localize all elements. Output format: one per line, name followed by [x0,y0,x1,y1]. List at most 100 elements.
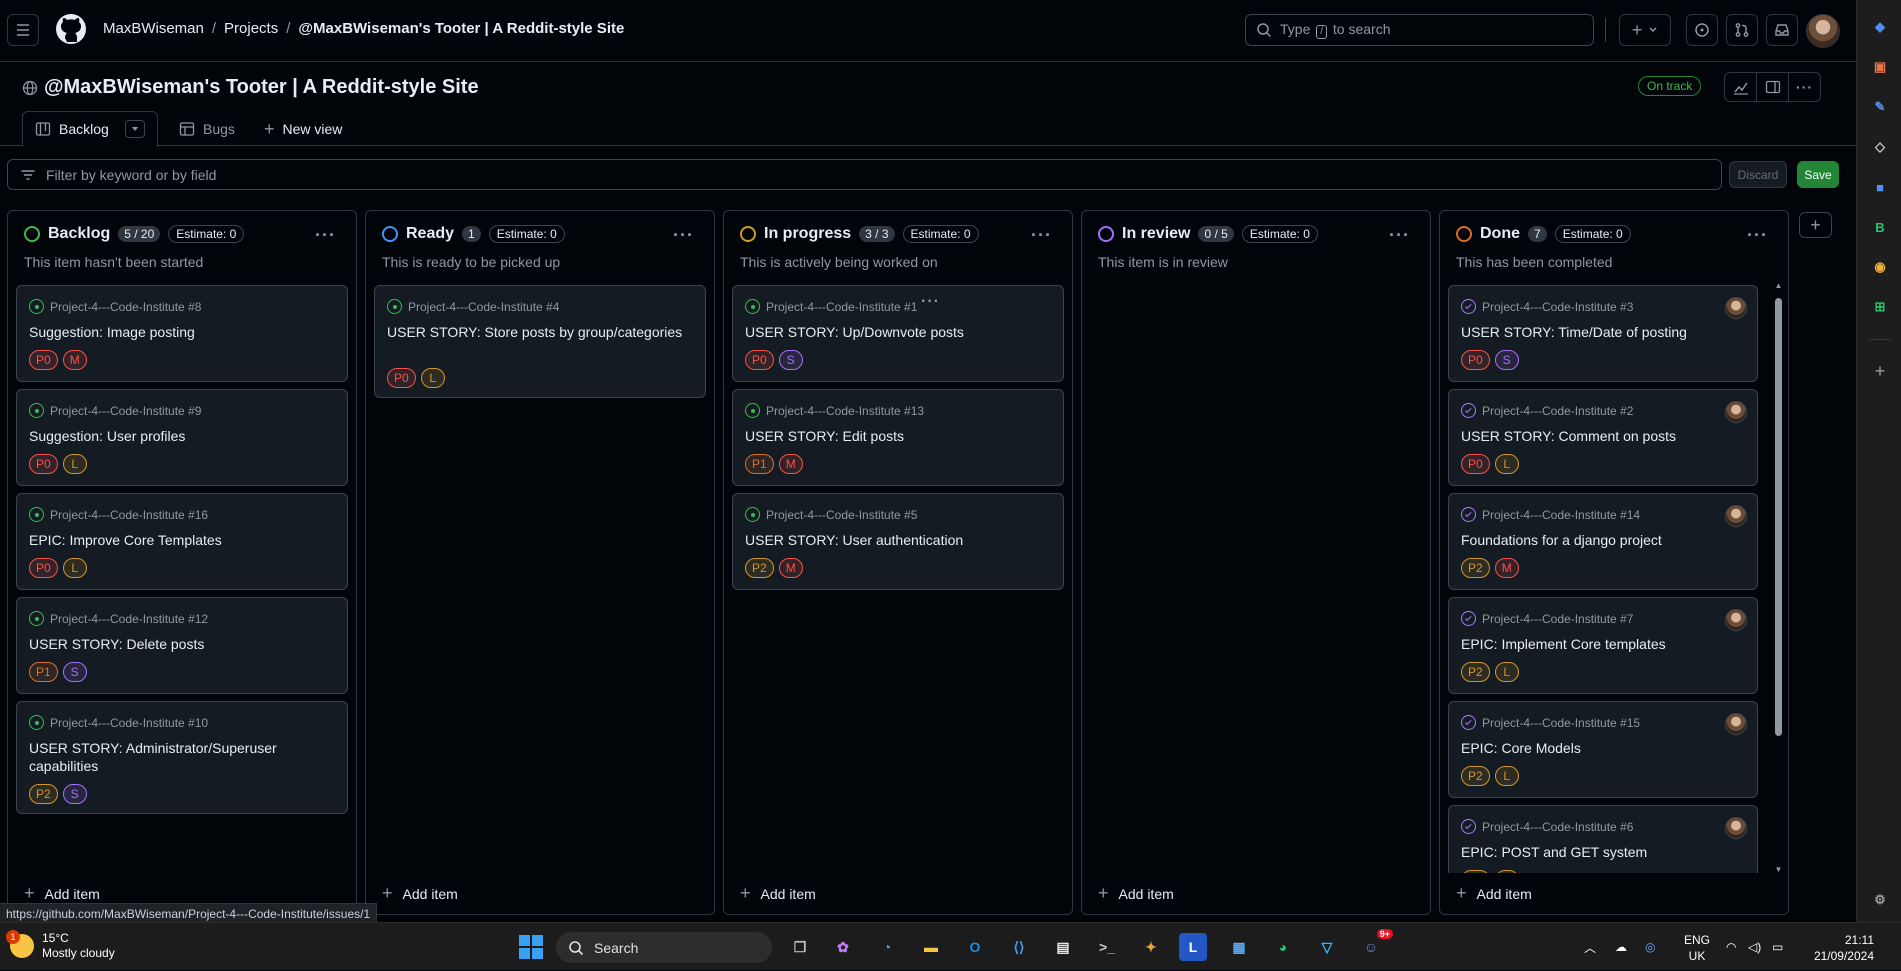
issue-card[interactable]: Project-4---Code-Institute #6 EPIC: POST … [1448,805,1758,873]
card-label[interactable]: S [1494,350,1519,370]
card-label[interactable]: L [420,368,445,388]
card-label[interactable]: P0 [29,558,58,578]
card-label[interactable]: L [62,454,87,474]
weather-widget[interactable]: 1 15°C Mostly cloudy [6,930,115,961]
card-label[interactable]: P2 [1461,766,1490,786]
card-repo-ref[interactable]: Project-4---Code-Institute #2 [1482,404,1633,418]
global-search-input[interactable]: Type / to search [1245,14,1594,46]
battery-icon[interactable]: ▭ [1772,923,1783,971]
card-repo-ref[interactable]: Project-4---Code-Institute #16 [50,508,208,522]
card-label[interactable]: P0 [1461,454,1490,474]
terminal-icon[interactable]: >_ [1091,931,1123,963]
medal-icon[interactable]: ✦ [1135,931,1167,963]
issue-card[interactable]: Project-4---Code-Institute #14 Foundation… [1448,493,1758,590]
card-label[interactable]: P2 [745,558,774,578]
card-label[interactable]: P0 [29,454,58,474]
breadcrumb-owner[interactable]: MaxBWiseman [103,20,204,37]
issue-card[interactable]: Project-4---Code-Institute #4 USER STORY:… [374,285,706,398]
diamond-icon[interactable]: ◇ [1870,137,1890,157]
card-title[interactable]: EPIC: Core Models [1461,739,1745,757]
card-repo-ref[interactable]: Project-4---Code-Institute #6 [1482,820,1633,834]
issue-card[interactable]: Project-4---Code-Institute #3 USER STORY:… [1448,285,1758,382]
add-item-button[interactable]: + Add item [24,883,100,904]
assignee-avatar[interactable] [1725,713,1747,735]
card-label[interactable]: P2 [1461,870,1490,873]
add-sidebar-app-icon[interactable]: + [1870,361,1890,381]
issue-card[interactable]: Project-4---Code-Institute #15 EPIC: Core… [1448,701,1758,798]
breadcrumb-project[interactable]: @MaxBWiseman's Tooter | A Reddit-style S… [298,20,624,37]
card-label[interactable]: P0 [745,350,774,370]
vite-icon[interactable]: ▽ [1311,931,1343,963]
card-title[interactable]: Suggestion: Image posting [29,323,335,341]
filter-input[interactable]: Filter by keyword or by field [7,159,1722,190]
card-title[interactable]: EPIC: POST and GET system [1461,843,1745,861]
card-label[interactable]: P0 [387,368,416,388]
card-title[interactable]: USER STORY: Delete posts [29,635,335,653]
column-menu-icon[interactable]: ··· [1389,225,1410,246]
card-label[interactable]: M [778,454,803,474]
new-view-button[interactable]: + New view [252,111,354,147]
issue-card[interactable]: Project-4---Code-Institute #7 EPIC: Imple… [1448,597,1758,694]
language-indicator[interactable]: ENG UK [1682,932,1712,964]
card-label[interactable]: P2 [1461,662,1490,682]
app-icon[interactable]: B [1870,217,1890,237]
assignee-avatar[interactable] [1725,401,1747,423]
card-label[interactable]: P1 [29,662,58,682]
card-label[interactable]: L [62,558,87,578]
file-explorer-icon[interactable]: ▬ [915,931,947,963]
column-menu-icon[interactable]: ··· [673,225,694,246]
view-options-button[interactable] [124,120,145,138]
scrollbar-thumb[interactable] [1775,298,1782,736]
card-label[interactable]: M [62,350,87,370]
start-button[interactable] [515,931,547,963]
card-title[interactable]: USER STORY: User authentication [745,531,1051,549]
status-icon[interactable]: ◎ [1645,923,1655,971]
tab-bugs[interactable]: Bugs [167,111,247,147]
copilot-icon[interactable]: ✿ [827,931,859,963]
card-label[interactable]: P1 [745,454,774,474]
done-column-scrollbar[interactable]: ▲ ▼ [1774,282,1783,874]
notes-icon[interactable]: ▦ [1223,931,1255,963]
vscode-icon[interactable]: ⟨⟩ [1003,931,1035,963]
card-title[interactable]: USER STORY: Edit posts [745,427,1051,445]
insights-button[interactable] [1724,72,1757,102]
onedrive-icon[interactable]: ☁ [1615,923,1627,971]
assignee-avatar[interactable] [1725,297,1747,319]
issues-button[interactable] [1686,14,1718,46]
games-icon[interactable]: ⊞ [1870,297,1890,317]
pull-requests-button[interactable] [1726,14,1758,46]
card-title[interactable]: USER STORY: Time/Date of posting [1461,323,1745,341]
add-item-button[interactable]: + Add item [740,883,816,904]
card-title[interactable]: USER STORY: Up/Downvote posts [745,323,1051,341]
card-repo-ref[interactable]: Project-4---Code-Institute #4 [408,300,559,314]
discord-icon[interactable]: ☺ 9+ [1355,929,1393,963]
card-label[interactable]: P0 [1461,350,1490,370]
volume-icon[interactable]: ◁) [1748,923,1761,971]
system-clock[interactable]: 21:11 21/09/2024 [1800,932,1874,964]
card-repo-ref[interactable]: Project-4---Code-Institute #14 [1482,508,1640,522]
issue-card[interactable]: Project-4---Code-Institute #13 USER STORY… [732,389,1064,486]
card-label[interactable]: L [1494,454,1519,474]
issue-card[interactable]: Project-4---Code-Institute #8 Suggestion:… [16,285,348,382]
github-logo-icon[interactable] [55,13,87,45]
card-label[interactable]: P0 [29,350,58,370]
card-repo-ref[interactable]: Project-4---Code-Institute #3 [1482,300,1633,314]
issue-card[interactable]: Project-4---Code-Institute #10 USER STORY… [16,701,348,814]
card-label[interactable]: P2 [29,784,58,804]
card-title[interactable]: EPIC: Improve Core Templates [29,531,335,549]
issue-card[interactable]: Project-4---Code-Institute #9 Suggestion:… [16,389,348,486]
menu-button[interactable] [7,14,39,46]
pen-icon[interactable]: ✎ [1870,97,1890,117]
issue-card[interactable]: Project-4---Code-Institute #16 EPIC: Impr… [16,493,348,590]
outlook-app-icon[interactable]: O [959,931,991,963]
outlook-icon[interactable]: ■ [1870,177,1890,197]
scroll-down-icon[interactable]: ▼ [1774,866,1783,874]
card-label[interactable]: L [1494,662,1519,682]
column-menu-icon[interactable]: ··· [1747,225,1768,246]
card-label[interactable]: S [62,784,87,804]
card-repo-ref[interactable]: Project-4---Code-Institute #12 [50,612,208,626]
card-title[interactable]: EPIC: Implement Core templates [1461,635,1745,653]
card-label[interactable]: M [778,558,803,578]
l-app-icon[interactable]: L [1179,933,1207,961]
tray-overflow-icon[interactable]: ︿ [1584,923,1596,971]
